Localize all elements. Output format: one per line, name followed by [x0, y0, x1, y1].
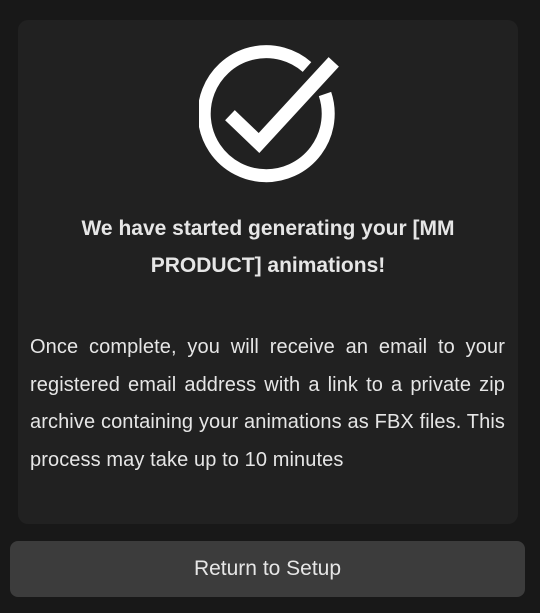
success-card: We have started generating your [MM PROD… [18, 20, 518, 524]
checkmark-circle-icon [199, 45, 339, 185]
success-message: Once complete, you will receive an email… [30, 336, 505, 471]
success-heading: We have started generating your [MM PROD… [81, 217, 455, 277]
return-to-setup-button[interactable]: Return to Setup [10, 541, 525, 597]
